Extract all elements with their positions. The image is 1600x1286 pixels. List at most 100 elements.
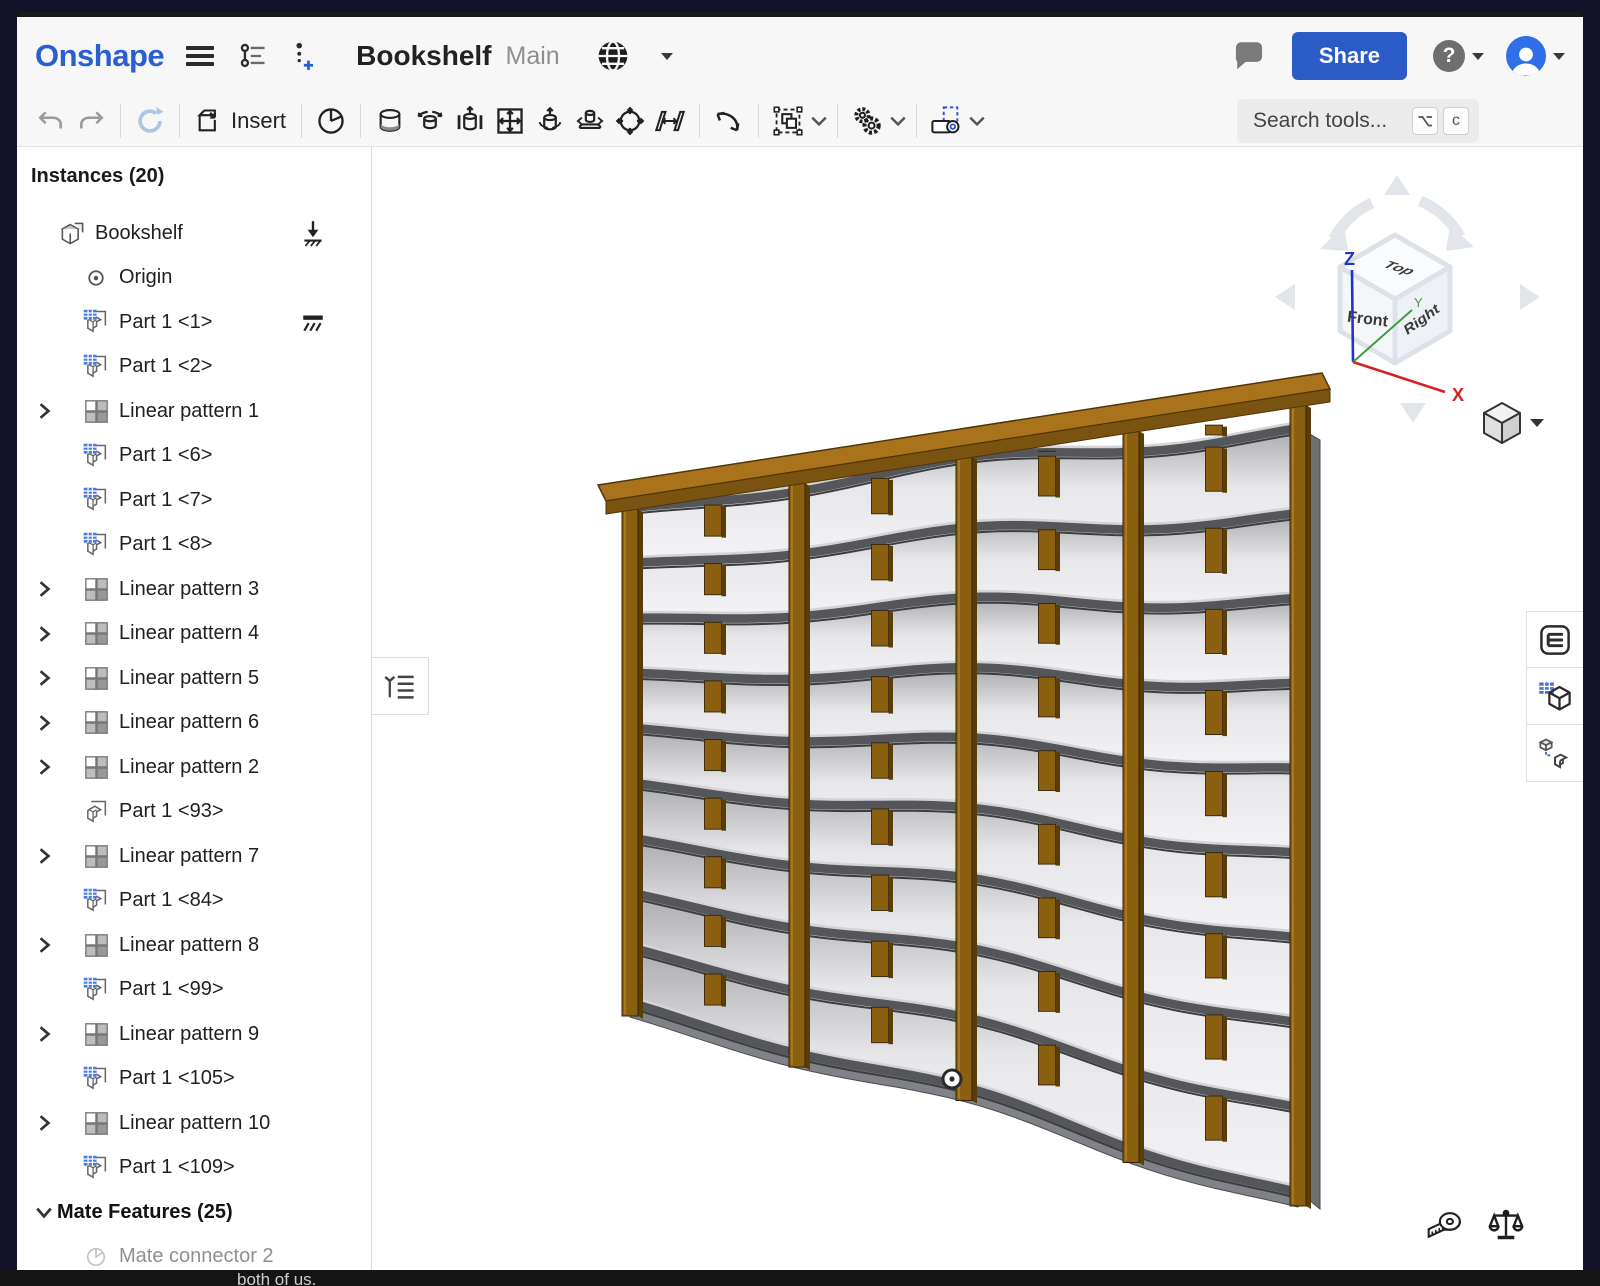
tree-item-linear-pattern-9[interactable]: Linear pattern 9	[17, 1012, 371, 1057]
user-avatar-icon[interactable]	[1506, 36, 1546, 76]
tree-item-linear-pattern-2[interactable]: Linear pattern 2	[17, 745, 371, 790]
search-tools-input[interactable]: Search tools... c	[1237, 99, 1479, 143]
snap-mode-icon[interactable]	[709, 101, 749, 141]
chevron-right-icon[interactable]	[37, 758, 52, 776]
hamburger-icon[interactable]	[186, 46, 214, 66]
tree-item-label: Linear pattern 6	[119, 711, 259, 734]
instances-panel: Instances (20) BookshelfOriginPart 1 <1>…	[17, 147, 372, 1270]
view-options-button[interactable]	[1484, 403, 1544, 443]
tree-item-part-1-1[interactable]: Part 1 <1>	[17, 300, 371, 345]
tree-item-part-1-7[interactable]: Part 1 <7>	[17, 478, 371, 523]
mate-icon[interactable]	[311, 101, 351, 141]
main-area: Instances (20) BookshelfOriginPart 1 <1>…	[17, 147, 1583, 1270]
onshape-logo[interactable]: Onshape	[35, 38, 164, 74]
avatar-caret-icon[interactable]	[1553, 53, 1565, 60]
help-icon[interactable]: ?	[1433, 40, 1465, 72]
chevron-right-icon[interactable]	[37, 402, 52, 420]
tree-item-part-1-109[interactable]: Part 1 <109>	[17, 1146, 371, 1191]
assembly-icon	[59, 220, 86, 247]
cube-grid-panel-tab[interactable]	[1526, 668, 1583, 725]
tree-item-linear-pattern-10[interactable]: Linear pattern 10	[17, 1101, 371, 1146]
help-caret-icon[interactable]	[1472, 53, 1484, 60]
patterned-part-icon	[82, 486, 110, 514]
patterned-part-icon	[82, 531, 110, 559]
tree-item-linear-pattern-5[interactable]: Linear pattern 5	[17, 656, 371, 701]
view-options-caret-icon[interactable]	[1530, 419, 1544, 427]
right-panel-tabs	[1526, 611, 1583, 782]
insert-new-element-icon[interactable]	[292, 41, 318, 71]
fixed-icon[interactable]	[300, 311, 326, 333]
fix-icon[interactable]	[300, 219, 326, 247]
ball-mate-icon[interactable]	[610, 101, 650, 141]
chevron-right-icon[interactable]	[37, 669, 52, 687]
tree-item-part-1-105[interactable]: Part 1 <105>	[17, 1057, 371, 1102]
patterned-part-icon	[82, 308, 110, 336]
revolute-mate-icon[interactable]	[410, 101, 450, 141]
workspace-name[interactable]: Main	[506, 42, 560, 71]
search-placeholder: Search tools...	[1253, 109, 1407, 133]
tree-item-label: Linear pattern 2	[119, 756, 259, 779]
tree-item-linear-pattern-1[interactable]: Linear pattern 1	[17, 389, 371, 434]
exploded-view-icon[interactable]	[926, 101, 966, 141]
chevron-right-icon[interactable]	[37, 625, 52, 643]
document-title[interactable]: Bookshelf	[356, 40, 491, 72]
measure-icon[interactable]	[1422, 1205, 1466, 1245]
version-tree-icon[interactable]	[238, 42, 268, 70]
tree-item-mate-features-25[interactable]: Mate Features (25)	[17, 1190, 371, 1235]
globe-icon[interactable]	[596, 39, 630, 73]
chevron-down-icon[interactable]	[35, 1205, 53, 1220]
relations-dropdown-chevron-icon[interactable]	[889, 115, 907, 127]
chevron-right-icon[interactable]	[37, 1025, 52, 1043]
chevron-right-icon[interactable]	[37, 936, 52, 954]
collapse-instances-panel-tab[interactable]	[372, 657, 429, 715]
globe-caret-icon[interactable]	[661, 53, 673, 60]
tree-item-bookshelf[interactable]: Bookshelf	[17, 211, 371, 256]
gear-relation-icon[interactable]	[847, 101, 887, 141]
exploded-parts-panel-tab[interactable]	[1526, 725, 1583, 782]
tree-item-label: Bookshelf	[95, 222, 183, 245]
tree-item-part-1-84[interactable]: Part 1 <84>	[17, 879, 371, 924]
tree-item-part-1-6[interactable]: Part 1 <6>	[17, 434, 371, 479]
tree-item-part-1-2[interactable]: Part 1 <2>	[17, 345, 371, 390]
explode-dropdown-chevron-icon[interactable]	[968, 115, 986, 127]
linear-pattern-icon	[83, 1110, 110, 1137]
view-cube-faces[interactable]	[1340, 235, 1450, 363]
tree-item-linear-pattern-4[interactable]: Linear pattern 4	[17, 612, 371, 657]
linear-pattern-icon	[83, 576, 110, 603]
instances-tree: BookshelfOriginPart 1 <1>Part 1 <2>Linea…	[17, 211, 371, 1270]
tree-item-part-1-8[interactable]: Part 1 <8>	[17, 523, 371, 568]
tree-item-linear-pattern-3[interactable]: Linear pattern 3	[17, 567, 371, 612]
replicate-pattern-icon[interactable]	[768, 101, 808, 141]
tree-item-label: Part 1 <105>	[119, 1067, 235, 1090]
mass-properties-icon[interactable]	[1484, 1205, 1528, 1245]
linear-pattern-icon	[83, 1021, 110, 1048]
tree-item-origin[interactable]: Origin	[17, 256, 371, 301]
tree-item-linear-pattern-7[interactable]: Linear pattern 7	[17, 834, 371, 879]
chevron-right-icon[interactable]	[37, 714, 52, 732]
tree-item-linear-pattern-6[interactable]: Linear pattern 6	[17, 701, 371, 746]
tree-item-linear-pattern-8[interactable]: Linear pattern 8	[17, 923, 371, 968]
cylindrical-mate-icon[interactable]	[530, 101, 570, 141]
tree-item-mate-connector-2[interactable]: Mate connector 2	[17, 1235, 371, 1271]
insert-button[interactable]: Insert	[189, 101, 292, 141]
list-panel-tab[interactable]	[1526, 611, 1583, 668]
tree-item-part-1-93[interactable]: Part 1 <93>	[17, 790, 371, 835]
slider-mate-icon[interactable]	[450, 101, 490, 141]
assembly-viewport[interactable]: Top Front Right Z Y X	[372, 147, 1583, 1270]
rebuild-icon[interactable]	[130, 101, 170, 141]
tree-item-part-1-99[interactable]: Part 1 <99>	[17, 968, 371, 1013]
chevron-right-icon[interactable]	[37, 847, 52, 865]
tangent-mate-icon[interactable]	[650, 101, 690, 141]
undo-icon[interactable]	[31, 101, 71, 141]
pin-slot-mate-icon[interactable]	[570, 101, 610, 141]
viewport-3d-model[interactable]	[598, 373, 1330, 1209]
redo-icon[interactable]	[71, 101, 111, 141]
pattern-dropdown-chevron-icon[interactable]	[810, 115, 828, 127]
chevron-right-icon[interactable]	[37, 1114, 52, 1132]
comment-icon[interactable]	[1232, 40, 1266, 72]
share-button[interactable]: Share	[1292, 32, 1407, 80]
app-header: Onshape Bookshelf Main	[17, 17, 1583, 95]
chevron-right-icon[interactable]	[37, 580, 52, 598]
fastened-mate-icon[interactable]	[370, 101, 410, 141]
planar-mate-icon[interactable]	[490, 101, 530, 141]
